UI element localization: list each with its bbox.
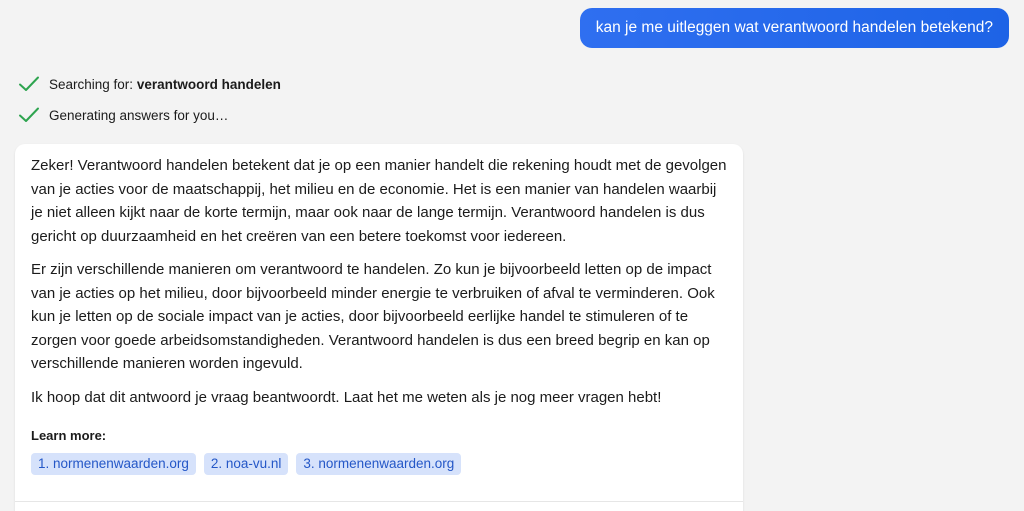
status-searching: Searching for: verantwoord handelen [18, 75, 281, 93]
checkmark-icon [19, 76, 39, 91]
source-link-1[interactable]: 1. normenenwaarden.org [31, 453, 196, 475]
bot-answer-card: Zeker! Verantwoord handelen betekent dat… [15, 144, 743, 511]
chat-page: kan je me uitleggen wat verantwoord hand… [0, 0, 1024, 511]
learn-more-label: Learn more: [31, 428, 107, 443]
source-link-2[interactable]: 2. noa-vu.nl [203, 453, 289, 475]
user-message-text: kan je me uitleggen wat verantwoord hand… [595, 19, 993, 36]
status-generating: Generating answers for you… [18, 106, 228, 124]
answer-paragraph-3: Ik hoop dat dit antwoord je vraag beantw… [31, 388, 662, 406]
user-message-bubble: kan je me uitleggen wat verantwoord hand… [579, 8, 1009, 48]
status-searching-prefix: Searching for: [49, 76, 134, 92]
status-searching-query: verantwoord handelen [136, 76, 281, 92]
checkmark-icon [19, 107, 39, 122]
answer-paragraph-2: Er zijn verschillende manieren om verant… [31, 261, 715, 372]
source-link-3[interactable]: 3. normenenwaarden.org [296, 453, 462, 475]
answer-paragraph-1: Zeker! Verantwoord handelen betekent dat… [31, 157, 727, 245]
card-divider [15, 501, 743, 502]
status-generating-text: Generating answers for you… [49, 107, 229, 123]
source-links: 1. normenenwaarden.org 2. noa-vu.nl 3. n… [31, 453, 727, 475]
